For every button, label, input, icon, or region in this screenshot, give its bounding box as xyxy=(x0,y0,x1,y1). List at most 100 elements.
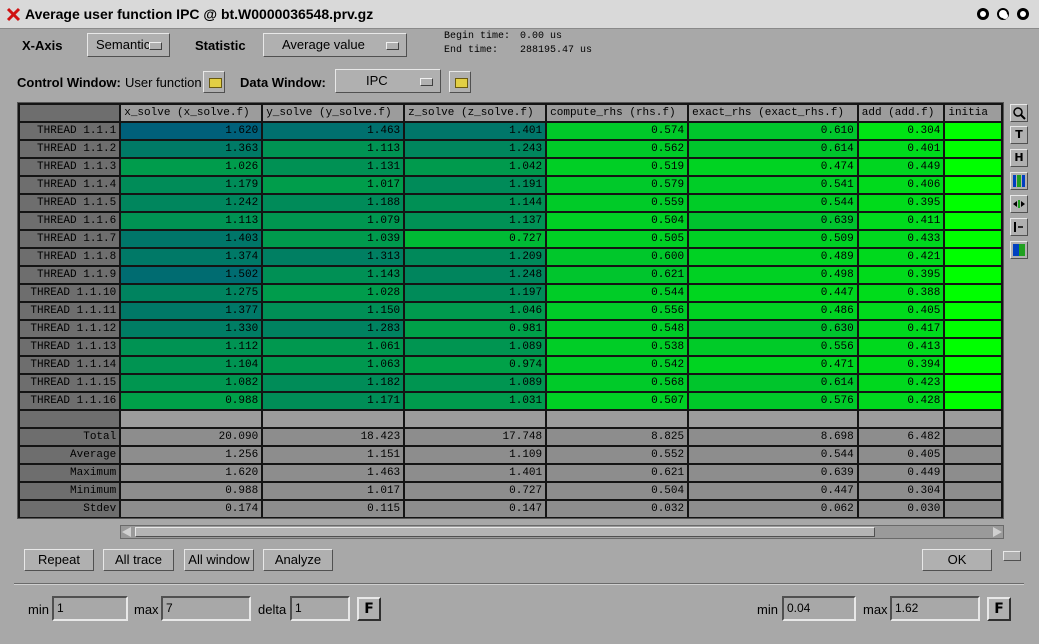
column-header[interactable]: x_solve (x_solve.f) xyxy=(119,103,264,123)
table-cell[interactable]: 0.447 xyxy=(687,283,859,303)
table-cell[interactable]: 1.079 xyxy=(261,211,406,231)
table-cell[interactable]: 1.112 xyxy=(119,337,264,357)
table-cell[interactable]: 1.026 xyxy=(119,157,264,177)
table-cell[interactable]: 1.104 xyxy=(119,355,264,375)
table-cell[interactable]: 0.542 xyxy=(545,355,690,375)
delta-input[interactable]: 1 xyxy=(290,596,350,621)
fit-icon[interactable] xyxy=(1010,195,1028,213)
app-close-x-icon[interactable] xyxy=(6,7,21,22)
column-header[interactable]: z_solve (z_solve.f) xyxy=(403,103,548,123)
table-cell[interactable]: 1.191 xyxy=(403,175,548,195)
table-cell[interactable]: 0.600 xyxy=(545,247,690,267)
table-cell[interactable]: 0.574 xyxy=(545,121,690,141)
row-header[interactable]: THREAD 1.1.8 xyxy=(18,247,122,267)
table-cell[interactable]: 0.406 xyxy=(856,175,946,195)
table-cell[interactable]: 1.179 xyxy=(119,175,264,195)
all-trace-button[interactable]: All trace xyxy=(103,549,174,571)
table-cell[interactable]: 0.509 xyxy=(687,229,859,249)
data-window-dropdown[interactable]: IPC xyxy=(335,69,441,93)
row-header[interactable]: THREAD 1.1.14 xyxy=(18,355,122,375)
table-cell[interactable]: 1.283 xyxy=(261,319,406,339)
max-input[interactable]: 7 xyxy=(161,596,251,621)
table-cell[interactable]: 0.417 xyxy=(856,319,946,339)
table-cell[interactable]: 1.403 xyxy=(119,229,264,249)
table-cell[interactable]: 1.089 xyxy=(403,373,548,393)
table-cell[interactable]: 1.042 xyxy=(403,157,548,177)
gradient-icon[interactable] xyxy=(1010,241,1028,259)
collapse-toggle-icon[interactable] xyxy=(1003,551,1021,561)
table-cell[interactable]: 0.394 xyxy=(856,355,946,375)
table-cell[interactable]: 0.395 xyxy=(856,265,946,285)
column-header[interactable]: y_solve (y_solve.f) xyxy=(261,103,406,123)
row-header[interactable]: THREAD 1.1.2 xyxy=(18,139,122,159)
gradient-max-input[interactable]: 1.62 xyxy=(890,596,980,621)
scrollbar-thumb[interactable] xyxy=(135,527,875,537)
row-header[interactable]: THREAD 1.1.5 xyxy=(18,193,122,213)
table-cell[interactable]: 0.304 xyxy=(856,121,946,141)
table-cell-truncated[interactable] xyxy=(943,193,1003,213)
table-cell-truncated[interactable] xyxy=(943,283,1003,303)
table-cell[interactable]: 0.568 xyxy=(545,373,690,393)
row-header[interactable]: THREAD 1.1.15 xyxy=(18,373,122,393)
control-window-browse-button[interactable] xyxy=(203,71,225,93)
xaxis-dropdown[interactable]: Semantic xyxy=(87,33,170,57)
analyze-button[interactable]: Analyze xyxy=(263,549,333,571)
table-cell[interactable]: 1.243 xyxy=(403,139,548,159)
table-cell[interactable]: 0.727 xyxy=(403,229,548,249)
table-cell[interactable]: 1.330 xyxy=(119,319,264,339)
all-window-button[interactable]: All window xyxy=(184,549,254,571)
column-header[interactable]: add (add.f) xyxy=(856,103,946,123)
row-header[interactable]: THREAD 1.1.1 xyxy=(18,121,122,141)
min-input[interactable]: 1 xyxy=(52,596,128,621)
table-cell[interactable]: 1.137 xyxy=(403,211,548,231)
table-cell-truncated[interactable] xyxy=(943,319,1003,339)
table-cell[interactable]: 0.576 xyxy=(687,391,859,411)
text-mode-button[interactable]: T xyxy=(1010,126,1028,144)
table-cell[interactable]: 1.248 xyxy=(403,265,548,285)
row-header[interactable]: THREAD 1.1.13 xyxy=(18,337,122,357)
table-cell[interactable]: 1.313 xyxy=(261,247,406,267)
table-cell[interactable]: 0.614 xyxy=(687,139,859,159)
table-cell[interactable]: 1.063 xyxy=(261,355,406,375)
table-cell[interactable]: 1.131 xyxy=(261,157,406,177)
row-header[interactable]: THREAD 1.1.9 xyxy=(18,265,122,285)
table-cell[interactable]: 1.046 xyxy=(403,301,548,321)
table-cell[interactable]: 1.143 xyxy=(261,265,406,285)
row-header[interactable]: THREAD 1.1.11 xyxy=(18,301,122,321)
table-cell-truncated[interactable] xyxy=(943,391,1003,411)
table-cell[interactable]: 1.377 xyxy=(119,301,264,321)
row-header[interactable]: THREAD 1.1.4 xyxy=(18,175,122,195)
table-cell-truncated[interactable] xyxy=(943,355,1003,375)
table-cell[interactable]: 0.556 xyxy=(687,337,859,357)
table-cell-truncated[interactable] xyxy=(943,247,1003,267)
table-cell-truncated[interactable] xyxy=(943,337,1003,357)
table-cell[interactable]: 1.401 xyxy=(403,121,548,141)
gradient-min-input[interactable]: 0.04 xyxy=(782,596,856,621)
table-cell[interactable]: 1.197 xyxy=(403,283,548,303)
table-cell[interactable]: 0.544 xyxy=(687,193,859,213)
table-cell[interactable]: 0.428 xyxy=(856,391,946,411)
table-cell-truncated[interactable] xyxy=(943,139,1003,159)
table-cell[interactable]: 0.507 xyxy=(545,391,690,411)
zoom-icon[interactable] xyxy=(1010,104,1028,122)
horizontal-scrollbar[interactable] xyxy=(120,525,1004,539)
table-cell[interactable]: 0.504 xyxy=(545,211,690,231)
table-cell[interactable]: 0.610 xyxy=(687,121,859,141)
sort-icon[interactable] xyxy=(1010,218,1028,236)
table-cell[interactable]: 0.630 xyxy=(687,319,859,339)
minimize-icon[interactable] xyxy=(977,8,989,20)
table-cell[interactable]: 0.471 xyxy=(687,355,859,375)
table-cell[interactable]: 0.498 xyxy=(687,265,859,285)
color-bars-icon[interactable] xyxy=(1010,172,1028,190)
table-cell[interactable]: 0.544 xyxy=(545,283,690,303)
table-cell[interactable]: 1.182 xyxy=(261,373,406,393)
table-cell[interactable]: 1.620 xyxy=(119,121,264,141)
column-header[interactable]: compute_rhs (rhs.f) xyxy=(545,103,690,123)
column-header[interactable]: exact_rhs (exact_rhs.f) xyxy=(687,103,859,123)
gradient-fit-button[interactable]: F xyxy=(987,597,1011,621)
table-cell[interactable]: 0.556 xyxy=(545,301,690,321)
row-header[interactable]: THREAD 1.1.7 xyxy=(18,229,122,249)
horizontal-mode-button[interactable]: H xyxy=(1010,149,1028,167)
table-cell[interactable]: 1.028 xyxy=(261,283,406,303)
table-cell[interactable]: 1.082 xyxy=(119,373,264,393)
